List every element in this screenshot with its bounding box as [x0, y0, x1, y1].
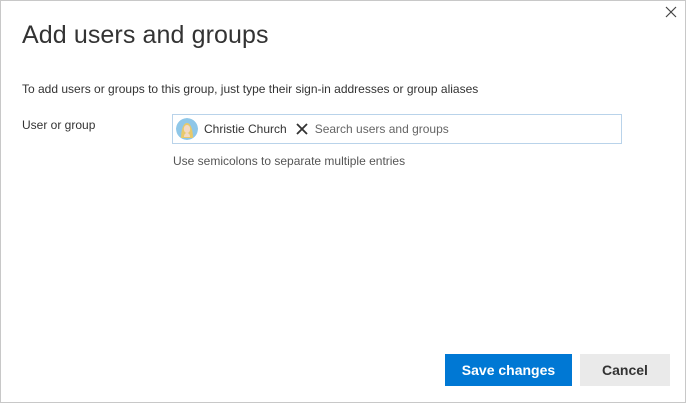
- people-picker[interactable]: Christie Church: [172, 114, 622, 144]
- user-avatar-icon: [176, 118, 198, 140]
- cancel-button[interactable]: Cancel: [580, 354, 670, 386]
- search-users-input[interactable]: [314, 118, 621, 140]
- user-or-group-label: User or group: [22, 118, 96, 132]
- add-users-dialog: Add users and groups To add users or gro…: [0, 0, 686, 403]
- close-icon: [665, 5, 677, 23]
- selected-user-name: Christie Church: [204, 122, 287, 136]
- dialog-title: Add users and groups: [22, 21, 269, 49]
- selected-user-pill: Christie Church: [176, 117, 309, 141]
- hint-text: Use semicolons to separate multiple entr…: [173, 154, 406, 168]
- instructions-text: To add users or groups to this group, ju…: [22, 82, 479, 96]
- remove-icon: [296, 123, 308, 135]
- save-changes-button[interactable]: Save changes: [445, 354, 572, 386]
- close-button[interactable]: [661, 5, 681, 23]
- remove-user-button[interactable]: [295, 122, 309, 136]
